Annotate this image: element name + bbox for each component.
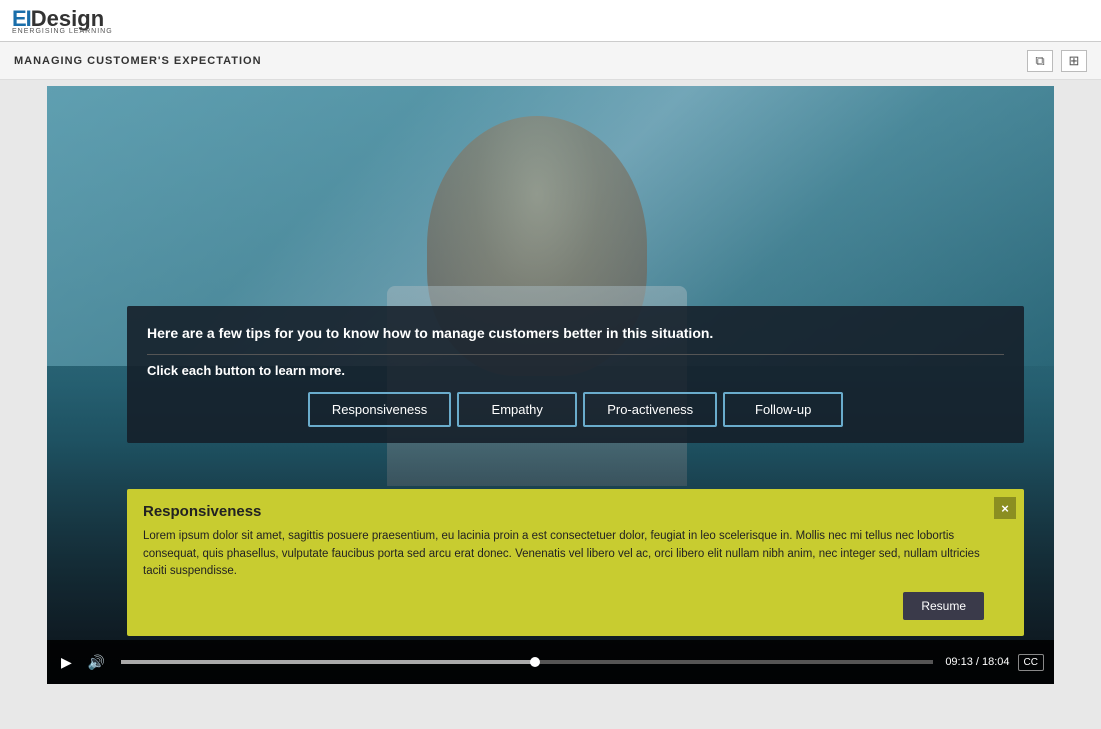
- resume-button[interactable]: Resume: [903, 592, 984, 620]
- grid-view-button[interactable]: ⊞: [1061, 50, 1087, 72]
- time-display: 09:13 / 18:04: [945, 656, 1009, 668]
- topbar-icons: ⧉ ⊞: [1027, 50, 1087, 72]
- pro-activeness-button[interactable]: Pro-activeness: [583, 392, 717, 427]
- volume-button[interactable]: 🔊: [84, 652, 109, 673]
- video-container: Here are a few tips for you to know how …: [47, 86, 1054, 684]
- popup-title: Responsiveness: [143, 503, 984, 520]
- header: EIDesign ENERGISING LEARNING: [0, 0, 1101, 42]
- play-button[interactable]: ▶: [57, 652, 76, 673]
- overlay-panel: Here are a few tips for you to know how …: [127, 306, 1024, 443]
- logo: EIDesign ENERGISING LEARNING: [12, 6, 113, 35]
- progress-fill: [121, 660, 535, 664]
- empathy-button[interactable]: Empathy: [457, 392, 577, 427]
- progress-knob[interactable]: [530, 657, 540, 667]
- logo-subtitle: ENERGISING LEARNING: [12, 28, 113, 35]
- cc-button[interactable]: CC: [1018, 654, 1044, 671]
- progress-bar[interactable]: [121, 660, 933, 664]
- follow-up-button[interactable]: Follow-up: [723, 392, 843, 427]
- overlay-instruction: Click each button to learn more.: [147, 363, 1004, 378]
- popup-close-button[interactable]: ×: [994, 497, 1016, 519]
- responsiveness-button[interactable]: Responsiveness: [308, 392, 451, 427]
- topic-buttons-row: Responsiveness Empathy Pro-activeness Fo…: [147, 392, 1004, 427]
- popup-body: Lorem ipsum dolor sit amet, sagittis pos…: [143, 528, 984, 580]
- info-popup: × Responsiveness Lorem ipsum dolor sit a…: [127, 489, 1024, 636]
- play-icon: ▶: [61, 654, 72, 671]
- video-controls: ▶ 🔊 09:13 / 18:04 CC: [47, 640, 1054, 684]
- volume-icon: 🔊: [88, 654, 105, 671]
- topbar: MANAGING CUSTOMER'S EXPECTATION ⧉ ⊞: [0, 42, 1101, 80]
- topbar-title: MANAGING CUSTOMER'S EXPECTATION: [14, 55, 262, 67]
- external-link-button[interactable]: ⧉: [1027, 50, 1053, 72]
- overlay-tip-text: Here are a few tips for you to know how …: [147, 324, 1004, 355]
